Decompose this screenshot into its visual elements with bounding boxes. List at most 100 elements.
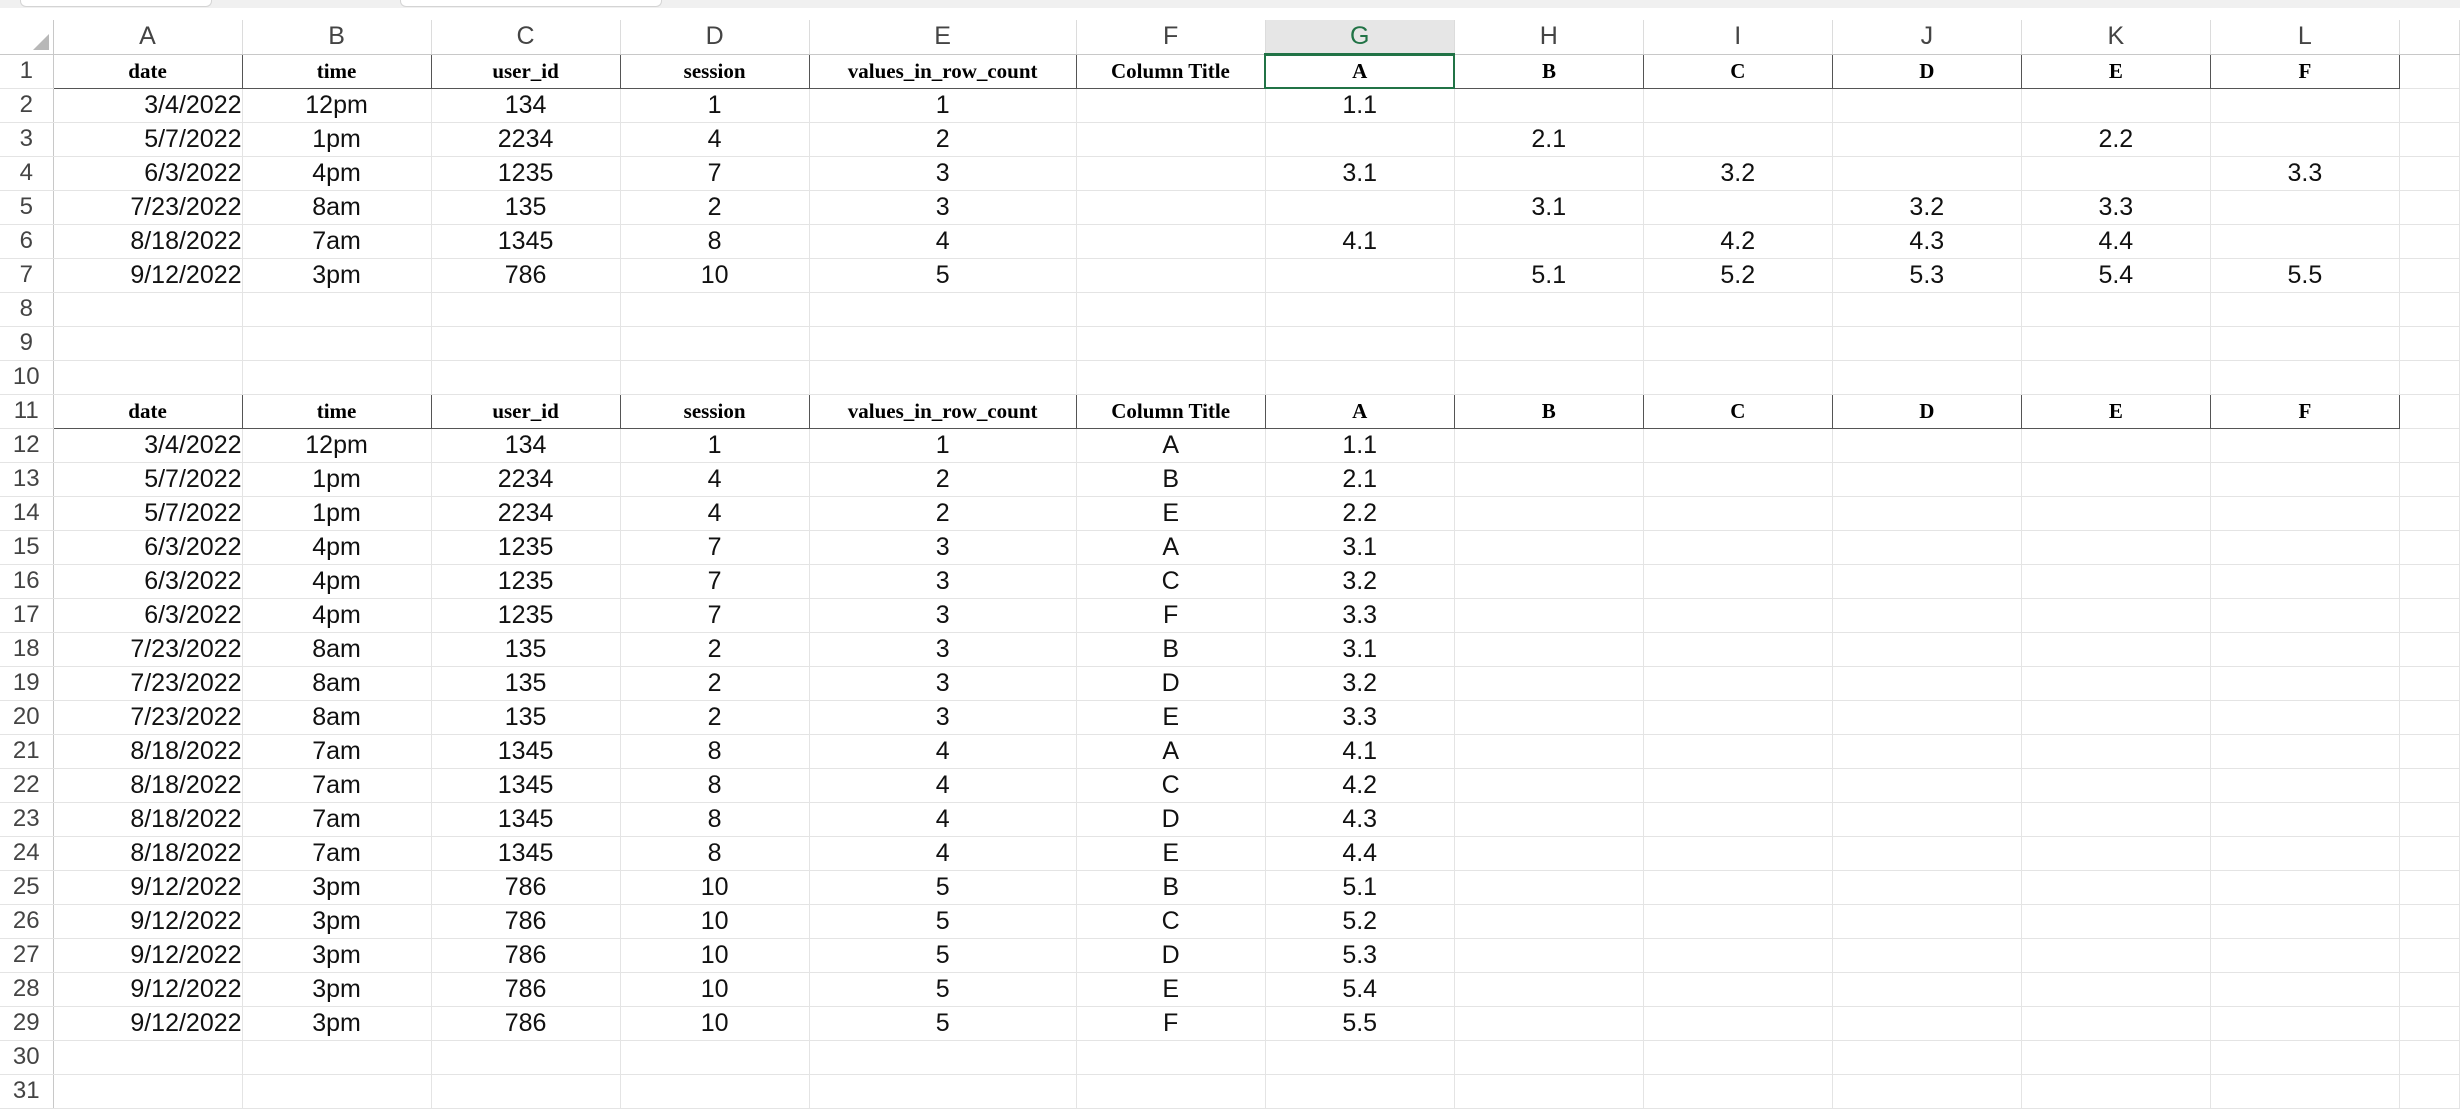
cell[interactable]: 4.2 (1265, 768, 1455, 803)
cell[interactable] (1643, 632, 1833, 667)
cell[interactable]: 3.1 (1454, 190, 1644, 225)
cell[interactable] (2399, 700, 2460, 735)
cell[interactable] (2399, 972, 2460, 1007)
cell[interactable] (1454, 904, 1644, 939)
cell[interactable]: 2 (620, 700, 810, 735)
cell[interactable] (2021, 1074, 2211, 1109)
cell[interactable]: 4.4 (1265, 836, 1455, 871)
cell[interactable]: 3.1 (1265, 156, 1455, 191)
cell[interactable] (2021, 768, 2211, 803)
cell[interactable]: 8 (620, 224, 810, 259)
cell[interactable] (1454, 802, 1644, 837)
cell[interactable]: E (1076, 836, 1266, 871)
cell[interactable]: 8am (242, 700, 432, 735)
cell[interactable]: 4.3 (1832, 224, 2022, 259)
cell[interactable]: 10 (620, 870, 810, 905)
cell[interactable] (2021, 1040, 2211, 1075)
cell[interactable]: 7/23/2022 (53, 632, 243, 667)
cell[interactable]: 5/7/2022 (53, 496, 243, 531)
column-header-j[interactable]: J (1832, 20, 2022, 55)
row-header[interactable]: 16 (0, 564, 54, 599)
cell[interactable] (1454, 360, 1644, 395)
cell[interactable] (2021, 632, 2211, 667)
cell[interactable]: 5.2 (1265, 904, 1455, 939)
cell[interactable] (1832, 326, 2022, 361)
cell[interactable] (620, 326, 810, 361)
cell[interactable]: 3pm (242, 904, 432, 939)
cell[interactable]: 135 (431, 632, 621, 667)
column-header-h[interactable]: H (1454, 20, 1644, 55)
cell[interactable] (1832, 768, 2022, 803)
cell[interactable] (2210, 836, 2400, 871)
cell[interactable] (2399, 1040, 2460, 1075)
cell[interactable]: A (1076, 734, 1266, 769)
cell[interactable]: 4.1 (1265, 224, 1455, 259)
cell[interactable]: A (1076, 530, 1266, 565)
cell[interactable] (2399, 870, 2460, 905)
cell[interactable]: C (1076, 564, 1266, 599)
cell[interactable]: 2 (809, 122, 1077, 157)
cell[interactable]: B (1076, 632, 1266, 667)
cell[interactable]: 5.5 (1265, 1006, 1455, 1041)
cell[interactable] (1076, 360, 1266, 395)
cell[interactable]: 5.5 (2210, 258, 2400, 293)
cell[interactable] (2021, 802, 2211, 837)
cell[interactable] (1832, 88, 2022, 123)
cell[interactable] (2399, 394, 2460, 429)
cell[interactable]: 3 (809, 666, 1077, 701)
cell[interactable] (2399, 1074, 2460, 1109)
cell[interactable] (1076, 122, 1266, 157)
row-header[interactable]: 31 (0, 1074, 54, 1109)
cell[interactable]: 1pm (242, 462, 432, 497)
cell[interactable]: 3pm (242, 1006, 432, 1041)
cell[interactable]: 7am (242, 224, 432, 259)
cell[interactable] (2399, 292, 2460, 327)
row-header[interactable]: 24 (0, 836, 54, 871)
cell[interactable] (1454, 496, 1644, 531)
cell[interactable]: 5 (809, 904, 1077, 939)
cell[interactable]: 8 (620, 802, 810, 837)
cell[interactable]: 8/18/2022 (53, 836, 243, 871)
cell[interactable] (1643, 360, 1833, 395)
cell[interactable]: 9/12/2022 (53, 938, 243, 973)
cell[interactable] (53, 1074, 243, 1109)
select-all-corner[interactable] (0, 20, 54, 55)
cell[interactable] (2021, 972, 2211, 1007)
cell[interactable]: 3 (809, 530, 1077, 565)
cell[interactable] (1454, 224, 1644, 259)
cell[interactable]: 8am (242, 632, 432, 667)
cell[interactable] (2210, 462, 2400, 497)
cell[interactable]: E (1076, 700, 1266, 735)
cell[interactable]: 1pm (242, 122, 432, 157)
cell[interactable] (2210, 700, 2400, 735)
cell[interactable] (1643, 564, 1833, 599)
cell[interactable] (1832, 564, 2022, 599)
cell[interactable] (2210, 122, 2400, 157)
header-cell[interactable]: C (1643, 53, 1833, 89)
cell[interactable] (1454, 462, 1644, 497)
cell[interactable]: 1.1 (1265, 428, 1455, 463)
cell[interactable] (1076, 292, 1266, 327)
cell[interactable]: 10 (620, 904, 810, 939)
cell[interactable] (1832, 836, 2022, 871)
cell[interactable] (1454, 1006, 1644, 1041)
cell[interactable] (1643, 190, 1833, 225)
cell[interactable] (2399, 802, 2460, 837)
cell[interactable] (431, 326, 621, 361)
cell[interactable] (2210, 972, 2400, 1007)
column-header-g[interactable]: G (1265, 20, 1455, 56)
cell[interactable] (1643, 972, 1833, 1007)
cell[interactable] (1832, 292, 2022, 327)
cell[interactable] (620, 1074, 810, 1109)
cell[interactable] (242, 326, 432, 361)
cell[interactable] (2210, 768, 2400, 803)
row-header[interactable]: 9 (0, 326, 54, 361)
cell[interactable] (2021, 428, 2211, 463)
cell[interactable]: 786 (431, 904, 621, 939)
cell[interactable] (1643, 1074, 1833, 1109)
cell[interactable] (1832, 666, 2022, 701)
cell[interactable] (1643, 530, 1833, 565)
row-header[interactable]: 12 (0, 428, 54, 463)
cell[interactable] (53, 326, 243, 361)
cell[interactable]: D (1076, 666, 1266, 701)
